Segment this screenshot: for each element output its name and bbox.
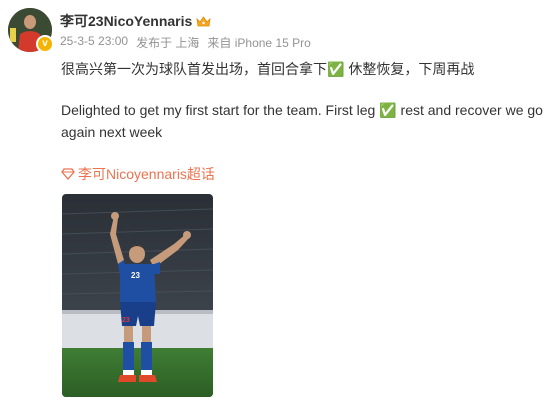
author-name[interactable]: 李可23NicoYennaris	[60, 11, 211, 31]
crown-icon	[196, 15, 211, 26]
author-name-label[interactable]: 李可23NicoYennaris	[60, 11, 192, 31]
post-text-en: Delighted to get my first start for the …	[61, 102, 543, 140]
post-meta: 25-3-5 23:00 发布于 上海 来自 iPhone 15 Pro	[60, 34, 311, 51]
post-text-zh: 很高兴第一次为球队首发出场，首回合拿下✅ 休整恢复，下周再战	[61, 61, 475, 77]
topic-label[interactable]: 李可Nicoyennaris超话	[78, 164, 215, 184]
diamond-icon	[61, 168, 75, 180]
topic-link[interactable]: 李可Nicoyennaris超话	[61, 164, 215, 184]
jersey-number-shorts: 23	[122, 317, 130, 324]
post-photo[interactable]: 23 23	[62, 194, 213, 397]
avatar[interactable]: v	[8, 8, 54, 53]
post-date[interactable]: 25-3-5 23:00	[60, 34, 128, 51]
post-location: 发布于 上海	[136, 36, 200, 50]
jersey-number-top: 23	[131, 271, 140, 280]
post-device: 来自 iPhone 15 Pro	[207, 36, 311, 50]
verified-badge-icon: v	[36, 35, 54, 53]
